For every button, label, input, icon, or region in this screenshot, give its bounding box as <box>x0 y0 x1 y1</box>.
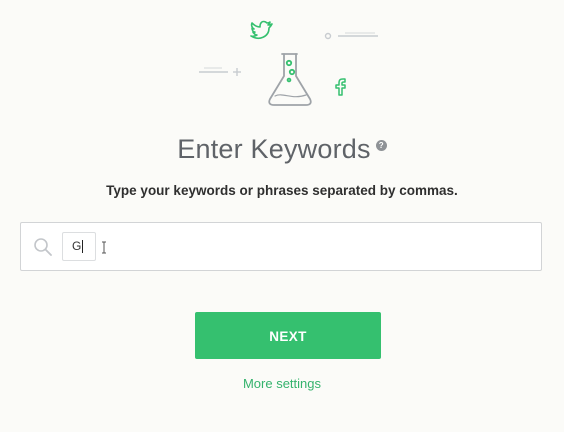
keywords-input[interactable]: G <box>20 222 542 271</box>
help-icon[interactable]: ? <box>375 140 387 151</box>
keyword-token[interactable]: G <box>62 232 96 261</box>
title-row: Enter Keywords? <box>0 134 564 165</box>
flask-icon <box>268 53 312 106</box>
header-illustration <box>199 20 378 106</box>
twitter-icon <box>250 20 273 39</box>
page-title: Enter Keywords <box>177 134 371 164</box>
decorative-lines-right <box>324 32 378 40</box>
page-subtitle: Type your keywords or phrases separated … <box>106 183 458 198</box>
i-beam-cursor-icon <box>102 241 106 254</box>
text-caret <box>82 240 84 254</box>
facebook-icon <box>335 78 346 96</box>
keyword-entry-page: Enter Keywords? Type your keywords or ph… <box>0 0 564 432</box>
decorative-lines-left <box>199 67 241 76</box>
next-button[interactable]: NEXT <box>195 312 381 359</box>
keyword-token-text: G <box>72 239 82 253</box>
more-settings-link[interactable]: More settings <box>0 376 564 391</box>
search-icon <box>34 238 52 256</box>
